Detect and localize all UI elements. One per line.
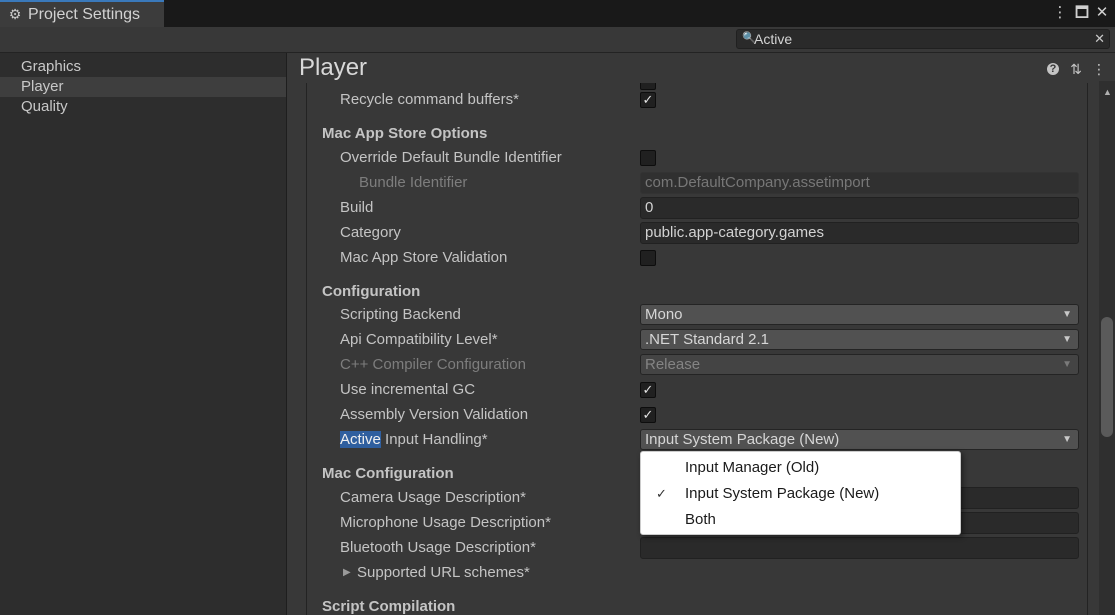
assembly-validation-checkbox[interactable]: ✓ [640,407,656,423]
menu-item-input-manager-old[interactable]: Input Manager (Old) [641,455,960,481]
clear-search-icon[interactable]: ✕ [1094,31,1105,47]
recycle-checkbox[interactable]: ✓ [640,92,656,108]
row-incremental-gc: Use incremental GC ✓ [307,379,1087,401]
menu-item-label: Input System Package (New) [685,485,880,502]
camera-usage-label: Camera Usage Description* [340,489,526,506]
api-compatibility-value: .NET Standard 2.1 [645,331,769,348]
menu-item-label: Both [685,511,716,528]
override-bundle-label: Override Default Bundle Identifier [340,149,562,166]
api-compatibility-dropdown[interactable]: .NET Standard 2.1 ▼ [640,329,1079,350]
settings-sidebar: Graphics Player Quality [0,53,287,615]
incremental-gc-checkbox[interactable]: ✓ [640,382,656,398]
title-bar: ⚙ Project Settings ⋮ 🗖 ✕ [0,0,1115,27]
sidebar-item-quality[interactable]: Quality [0,97,286,117]
bundle-identifier-field: com.DefaultCompany.assetimport [640,172,1079,194]
incremental-gc-label: Use incremental GC [340,381,476,398]
help-icon[interactable]: ? [1047,63,1059,75]
more-icon[interactable]: ⋮ [1051,4,1069,22]
project-settings-tab[interactable]: ⚙ Project Settings [0,0,164,27]
category-label: Category [340,224,401,241]
search-bar: 🔍 ✕ [0,27,1115,53]
presets-icon[interactable]: ⇅ [1068,61,1084,77]
close-icon[interactable]: ✕ [1093,4,1111,22]
section-mac-configuration[interactable]: Mac Configuration [322,463,454,485]
bluetooth-usage-field[interactable] [640,537,1079,559]
app-store-validation-checkbox[interactable] [640,250,656,266]
row-scripting-backend: Scripting Backend Mono ▼ [307,304,1087,326]
url-schemes-label: Supported URL schemes* [357,564,530,581]
active-input-handling-dropdown[interactable]: Input System Package (New) ▼ [640,429,1079,450]
bundle-identifier-label: Bundle Identifier [359,174,468,191]
row-assembly-validation: Assembly Version Validation ✓ [307,404,1087,426]
row-bundle-identifier: Bundle Identifier com.DefaultCompany.ass… [307,172,1087,194]
cpp-compiler-dropdown: Release ▼ [640,354,1079,375]
row-category: Category public.app-category.games [307,222,1087,244]
scripting-backend-value: Mono [645,306,683,323]
scrollbar-thumb[interactable] [1101,317,1113,437]
menu-item-label: Input Manager (Old) [685,459,820,476]
recycle-label: Recycle command buffers* [340,91,519,108]
row-app-store-validation: Mac App Store Validation [307,247,1087,269]
input-handling-menu: Input Manager (Old) ✓ Input System Packa… [640,451,961,535]
maximize-icon[interactable]: 🗖 [1073,4,1091,22]
scroll-up-icon[interactable]: ▲ [1103,87,1112,97]
dropdown-arrow-icon: ▼ [1062,359,1072,370]
dropdown-arrow-icon: ▼ [1062,434,1072,445]
dropdown-arrow-icon: ▼ [1062,309,1072,320]
cpp-compiler-label: C++ Compiler Configuration [340,356,526,373]
api-compatibility-label: Api Compatibility Level* [340,331,498,348]
menu-item-both[interactable]: Both [641,507,960,533]
app-store-validation-label: Mac App Store Validation [340,249,508,266]
page-title: Player [299,54,368,81]
row-build: Build 0 [307,197,1087,219]
search-input[interactable] [754,31,1084,47]
build-label: Build [340,199,374,216]
sidebar-item-graphics[interactable]: Graphics [0,57,286,77]
search-highlight: Active [340,431,381,448]
row-bluetooth-usage: Bluetooth Usage Description* [307,537,1087,559]
build-field[interactable]: 0 [640,197,1079,219]
active-input-handling-value: Input System Package (New) [645,431,840,448]
search-box[interactable]: 🔍 ✕ [736,29,1110,49]
foldout-arrow-icon[interactable]: ▶ [343,562,351,584]
microphone-usage-label: Microphone Usage Description* [340,514,551,531]
row-cpp-compiler: C++ Compiler Configuration Release ▼ [307,354,1087,376]
cpp-compiler-value: Release [645,356,701,373]
override-bundle-checkbox[interactable] [640,150,656,166]
section-script-compilation[interactable]: Script Compilation [322,596,455,615]
vertical-scrollbar[interactable]: ▲ [1099,81,1115,615]
row-override-bundle: Override Default Bundle Identifier [307,147,1087,169]
menu-item-input-system-package-new[interactable]: ✓ Input System Package (New) [641,481,960,507]
category-field[interactable]: public.app-category.games [640,222,1079,244]
sidebar-item-player[interactable]: Player [0,77,286,97]
gear-icon: ⚙ [8,6,22,22]
assembly-validation-label: Assembly Version Validation [340,406,529,423]
tab-title: Project Settings [28,5,141,23]
active-input-handling-label-rest: Input Handling* [380,431,488,448]
checkmark-icon: ✓ [656,486,667,501]
section-configuration[interactable]: Configuration [322,281,420,303]
row-active-input-handling: Active Input Handling* Input System Pack… [307,429,1087,451]
row-recycle-command-buffers: Recycle command buffers* ✓ [307,89,1087,111]
dropdown-arrow-icon: ▼ [1062,334,1072,345]
bluetooth-usage-label: Bluetooth Usage Description* [340,539,536,556]
active-input-handling-label: Active Input Handling* [340,429,488,451]
row-url-schemes[interactable]: ▶ Supported URL schemes* [307,562,1087,584]
row-api-compatibility: Api Compatibility Level* .NET Standard 2… [307,329,1087,351]
settings-list: Recycle command buffers* ✓ Mac App Store… [306,83,1088,615]
scripting-backend-label: Scripting Backend [340,306,461,323]
scripting-backend-dropdown[interactable]: Mono ▼ [640,304,1079,325]
section-mac-app-store-options[interactable]: Mac App Store Options [322,123,487,145]
more-icon[interactable]: ⋮ [1091,61,1107,77]
